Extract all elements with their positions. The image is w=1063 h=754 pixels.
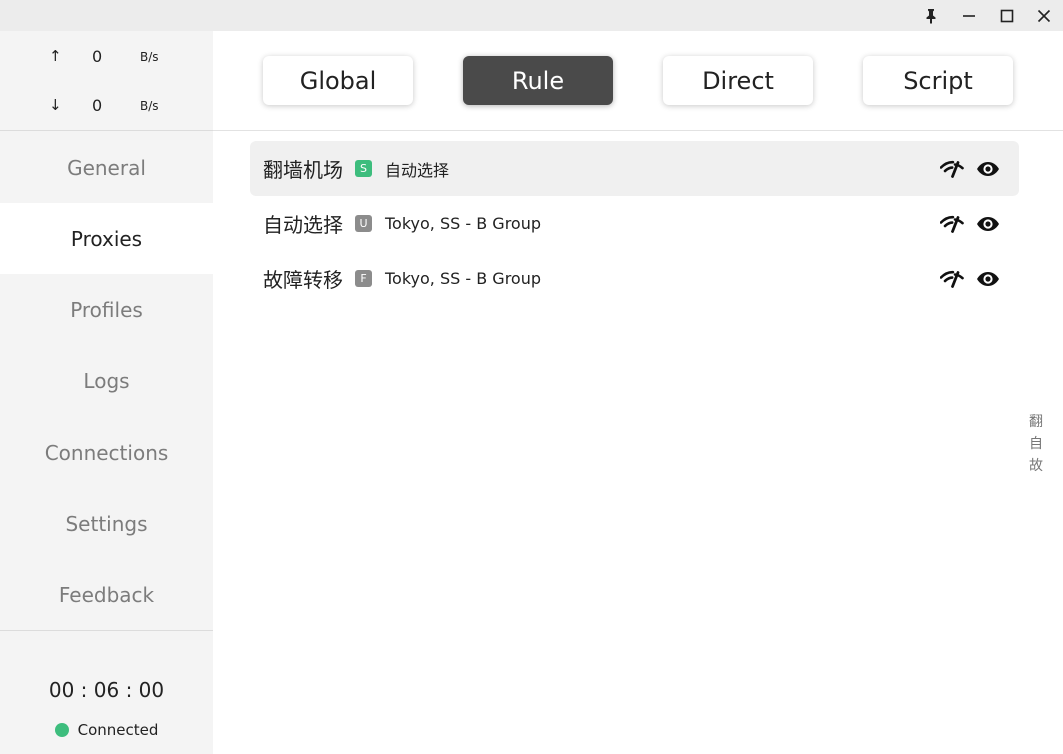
mode-divider bbox=[213, 130, 1063, 131]
upload-arrow-icon: ↑ bbox=[49, 47, 62, 65]
group-selected-proxy: Tokyo, SS - B Group bbox=[385, 214, 541, 233]
group-type-badge: U bbox=[355, 215, 372, 232]
group-actions bbox=[928, 196, 1000, 251]
mode-global-button[interactable]: Global bbox=[263, 56, 413, 105]
group-actions bbox=[928, 141, 1000, 196]
index-item[interactable]: 翻 bbox=[1025, 411, 1047, 433]
eye-icon[interactable] bbox=[976, 216, 1000, 232]
proxy-group-row[interactable]: 翻墙机场 S 自动选择 bbox=[250, 141, 1019, 196]
latency-test-icon[interactable] bbox=[940, 270, 964, 288]
eye-icon[interactable] bbox=[976, 271, 1000, 287]
sidebar-item-feedback[interactable]: Feedback bbox=[0, 559, 213, 630]
sidebar-item-label: Connections bbox=[44, 440, 169, 465]
connection-status[interactable]: Connected bbox=[0, 721, 213, 739]
sidebar-item-label: Proxies bbox=[70, 226, 143, 251]
sidebar-item-label: General bbox=[67, 155, 146, 180]
download-value: 0 bbox=[92, 96, 103, 115]
sidebar-item-general[interactable]: General bbox=[0, 132, 213, 203]
upload-speed: ↑ 0 B/s bbox=[0, 47, 213, 67]
sidebar-divider-top bbox=[0, 130, 213, 131]
proxy-group-row[interactable]: 故障转移 F Tokyo, SS - B Group bbox=[250, 251, 1019, 306]
proxies-panel: Global Rule Direct Script 翻墙机场 S 自动选择 自动… bbox=[213, 31, 1063, 754]
sidebar-item-label: Settings bbox=[65, 511, 148, 536]
upload-value: 0 bbox=[92, 47, 103, 66]
mode-label: Global bbox=[299, 66, 377, 95]
minimize-icon[interactable] bbox=[950, 0, 988, 31]
pin-icon[interactable] bbox=[912, 0, 950, 31]
mode-label: Script bbox=[903, 66, 973, 95]
title-bar bbox=[0, 0, 1063, 31]
sidebar-item-profiles[interactable]: Profiles bbox=[0, 274, 213, 345]
sidebar-item-label: Feedback bbox=[58, 582, 155, 607]
download-unit: B/s bbox=[140, 99, 159, 113]
latency-test-icon[interactable] bbox=[940, 160, 964, 178]
uptime-timer: 00 : 06 : 00 bbox=[48, 678, 165, 702]
maximize-icon[interactable] bbox=[988, 0, 1026, 31]
sidebar-item-proxies[interactable]: Proxies bbox=[0, 203, 213, 274]
index-item[interactable]: 自 bbox=[1025, 433, 1047, 455]
group-name: 自动选择 bbox=[263, 213, 343, 237]
group-index-bar: 翻 自 故 bbox=[1025, 411, 1047, 477]
group-type-badge: F bbox=[355, 270, 372, 287]
sidebar-item-label: Logs bbox=[83, 368, 130, 393]
status-label: Connected bbox=[77, 721, 159, 739]
sidebar-divider-bottom bbox=[0, 630, 213, 631]
group-name: 翻墙机场 bbox=[263, 158, 343, 182]
proxy-group-row[interactable]: 自动选择 U Tokyo, SS - B Group bbox=[250, 196, 1019, 251]
sidebar-item-settings[interactable]: Settings bbox=[0, 488, 213, 559]
mode-rule-button[interactable]: Rule bbox=[463, 56, 613, 105]
mode-label: Rule bbox=[511, 66, 565, 95]
mode-label: Direct bbox=[702, 66, 774, 95]
group-actions bbox=[928, 251, 1000, 306]
group-selected-proxy: 自动选择 bbox=[385, 160, 450, 180]
sidebar-item-connections[interactable]: Connections bbox=[0, 417, 213, 488]
status-dot-icon bbox=[54, 723, 69, 737]
mode-direct-button[interactable]: Direct bbox=[663, 56, 813, 105]
sidebar: ↑ 0 B/s ↓ 0 B/s General Proxies Profiles… bbox=[0, 31, 213, 754]
mode-script-button[interactable]: Script bbox=[863, 56, 1013, 105]
group-name: 故障转移 bbox=[263, 268, 343, 292]
index-item[interactable]: 故 bbox=[1025, 455, 1047, 477]
sidebar-item-label: Profiles bbox=[70, 297, 143, 322]
sidebar-item-logs[interactable]: Logs bbox=[0, 345, 213, 416]
download-arrow-icon: ↓ bbox=[49, 96, 62, 114]
group-selected-proxy: Tokyo, SS - B Group bbox=[385, 269, 541, 288]
eye-icon[interactable] bbox=[976, 161, 1000, 177]
upload-unit: B/s bbox=[140, 50, 159, 64]
download-speed: ↓ 0 B/s bbox=[0, 96, 213, 116]
latency-test-icon[interactable] bbox=[940, 215, 964, 233]
close-icon[interactable] bbox=[1025, 0, 1063, 31]
traffic-panel: ↑ 0 B/s ↓ 0 B/s bbox=[0, 31, 213, 130]
group-type-badge: S bbox=[355, 160, 372, 177]
